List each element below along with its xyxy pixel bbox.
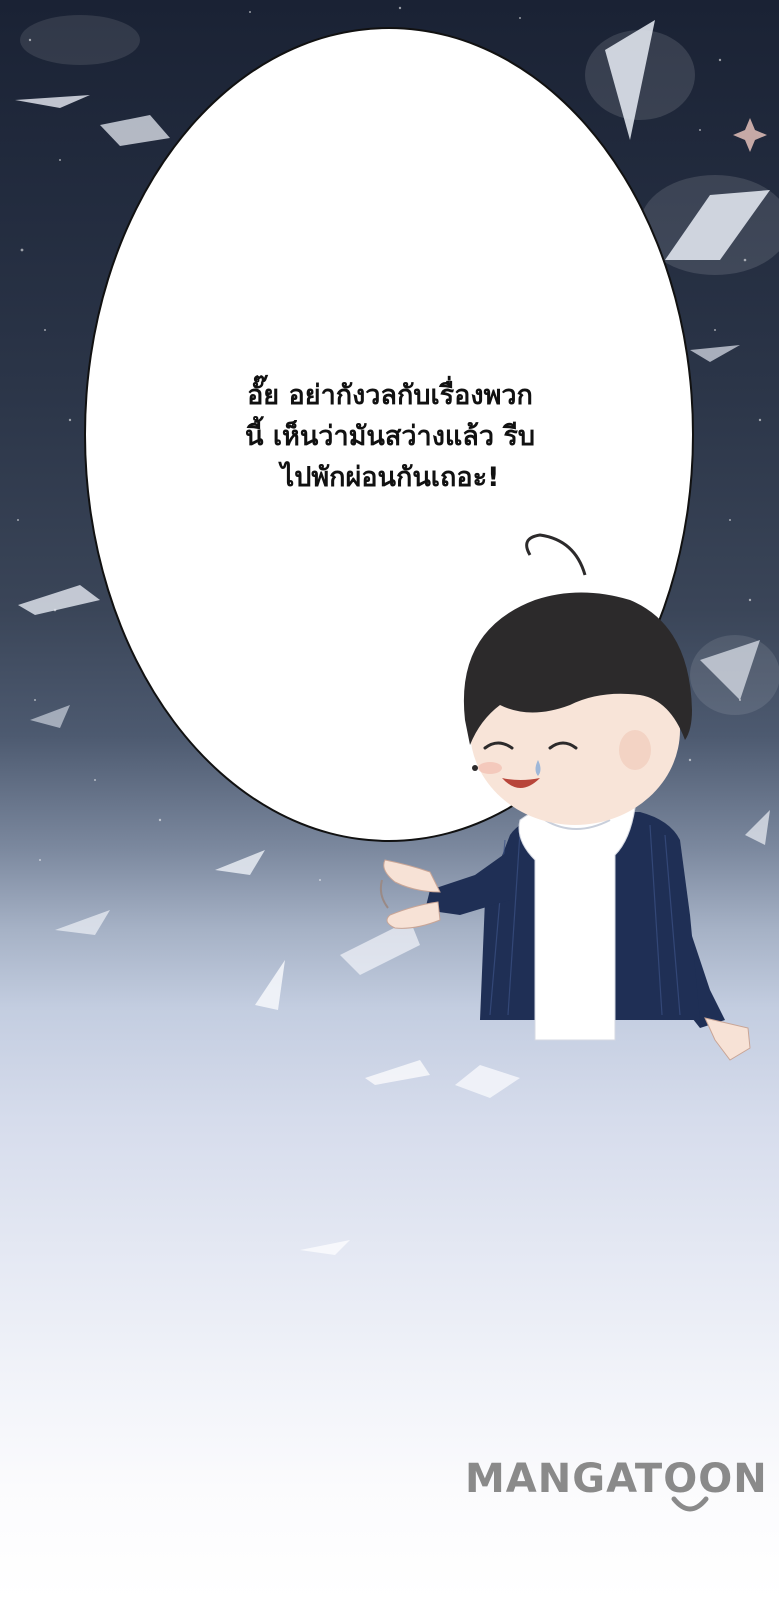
blush: [478, 762, 502, 774]
speech-line-1: อั๊ย อย่ากังวลกับเรื่องพวก: [247, 380, 533, 411]
character-ear: [619, 730, 651, 770]
watermark-text: MANGATOON: [465, 1456, 768, 1502]
speech-bubble-text: อั๊ย อย่ากังวลกับเรื่องพวก นี้ เห็นว่ามั…: [160, 375, 620, 498]
beauty-mark: [472, 765, 478, 771]
character-right-hand: [704, 1017, 751, 1061]
hair-ahoge: [525, 533, 587, 576]
chibi-boy-character: [379, 533, 751, 1061]
character-left-hand-upper: [383, 859, 441, 893]
watermark-smile-icon: [671, 1496, 709, 1512]
speech-line-2: นี้ เห็นว่ามันสว่างแล้ว รีบ: [244, 421, 536, 452]
character-left-hand-lower: [386, 901, 441, 929]
motion-lines: [379, 879, 389, 909]
speech-line-3: ไปพักผ่อนกันเถอะ!: [280, 462, 500, 493]
comic-panel: อั๊ย อย่ากังวลกับเรื่องพวก นี้ เห็นว่ามั…: [0, 0, 779, 1600]
mangatoon-watermark: MANGATOON: [465, 1455, 768, 1525]
